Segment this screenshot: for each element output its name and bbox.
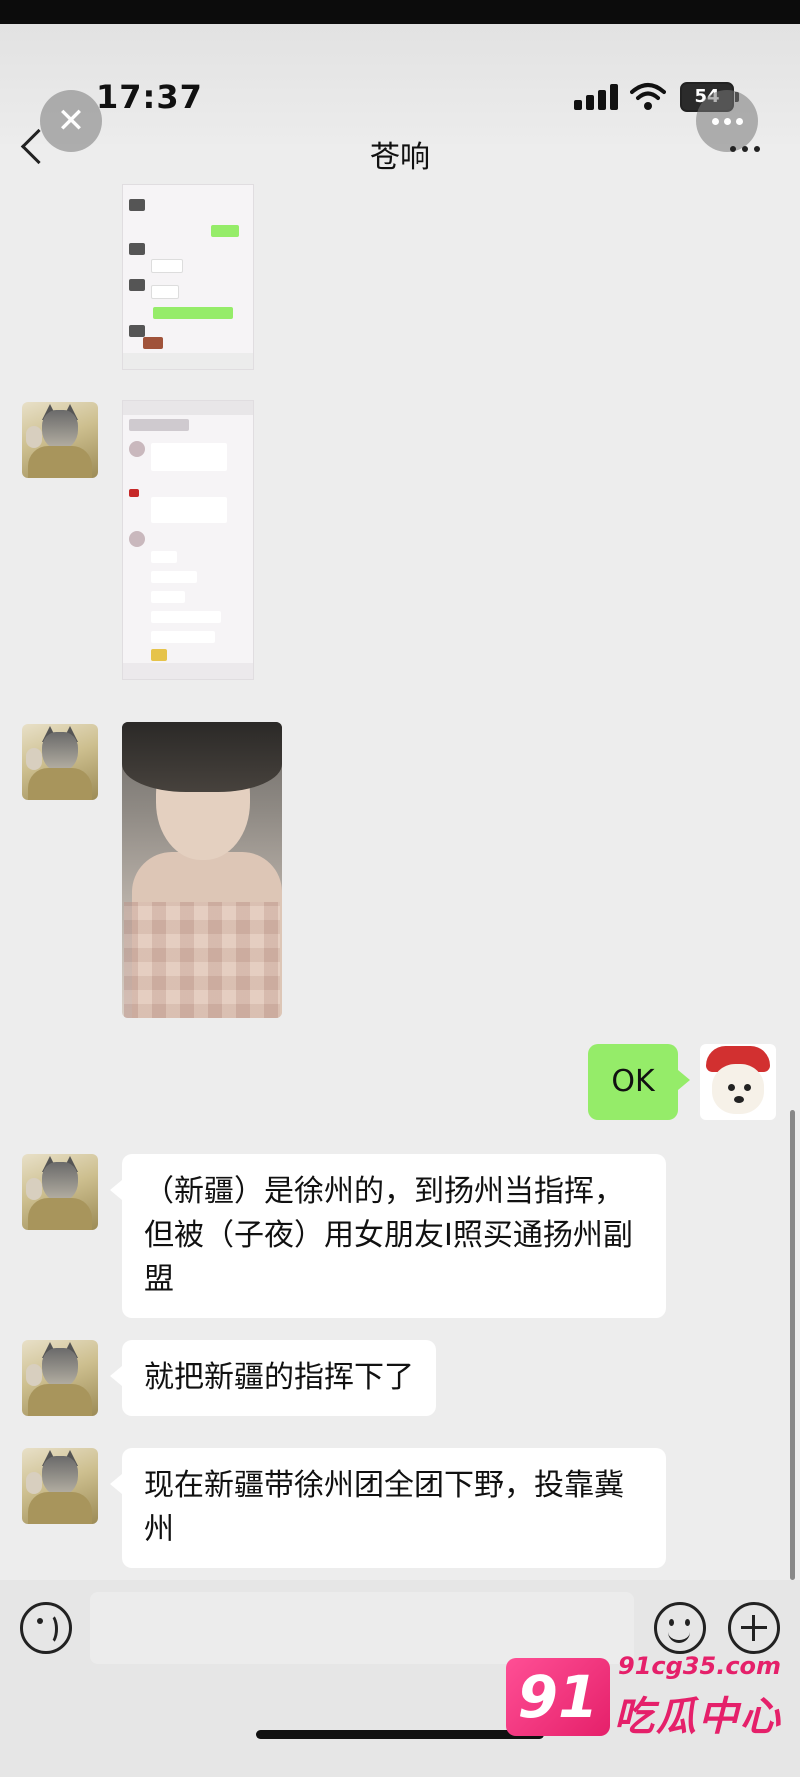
watermark-logo: 91 [506,1658,610,1736]
watermark: 91 91cg35.com 吃瓜中心 [500,1650,800,1750]
contact-avatar[interactable] [22,724,98,800]
contact-avatar[interactable] [22,1340,98,1416]
chat-menu-icon[interactable] [730,146,760,152]
my-avatar[interactable] [700,1044,776,1120]
emoji-icon[interactable] [654,1602,706,1654]
watermark-url: 91cg35.com [618,1652,782,1680]
message-image-photo[interactable] [122,722,282,1018]
wifi-icon [630,83,666,110]
voice-icon[interactable] [20,1602,72,1654]
message-bubble-received[interactable]: （新疆）是徐州的，到扬州当指挥，但被（子夜）用女朋友I照买通扬州副盟 [110,1154,666,1318]
plus-icon[interactable] [728,1602,780,1654]
message-text: 现在新疆带徐州团全团下野，投靠冀州 [144,1468,624,1547]
contact-avatar[interactable] [22,402,98,478]
contact-avatar[interactable] [22,1448,98,1524]
message-bubble-received[interactable]: 就把新疆的指挥下了 [110,1340,436,1416]
scrollbar[interactable] [790,1110,795,1580]
message-text: 就把新疆的指挥下了 [144,1360,414,1395]
message-image-screenshot[interactable] [122,400,254,680]
status-time: 17:37 [96,78,203,116]
message-list[interactable]: OK （新疆）是徐州的，到扬州当指挥，但被（子夜）用女朋友I照买通扬州副盟 就把… [0,184,800,1580]
message-bubble-sent[interactable]: OK [588,1044,690,1120]
contact-avatar[interactable] [22,1154,98,1230]
top-black-band [0,0,800,24]
message-text: （新疆）是徐州的，到扬州当指挥，但被（子夜）用女朋友I照买通扬州副盟 [144,1174,633,1297]
message-text: OK [611,1064,655,1099]
message-bubble-received[interactable]: 现在新疆带徐州团全团下野，投靠冀州 [110,1448,666,1568]
chat-title: 苍响 [370,140,430,175]
message-image-screenshot[interactable] [122,184,254,370]
watermark-name: 吃瓜中心 [614,1694,782,1740]
chat-header: 苍响 [0,120,800,180]
signal-icon [574,84,620,110]
